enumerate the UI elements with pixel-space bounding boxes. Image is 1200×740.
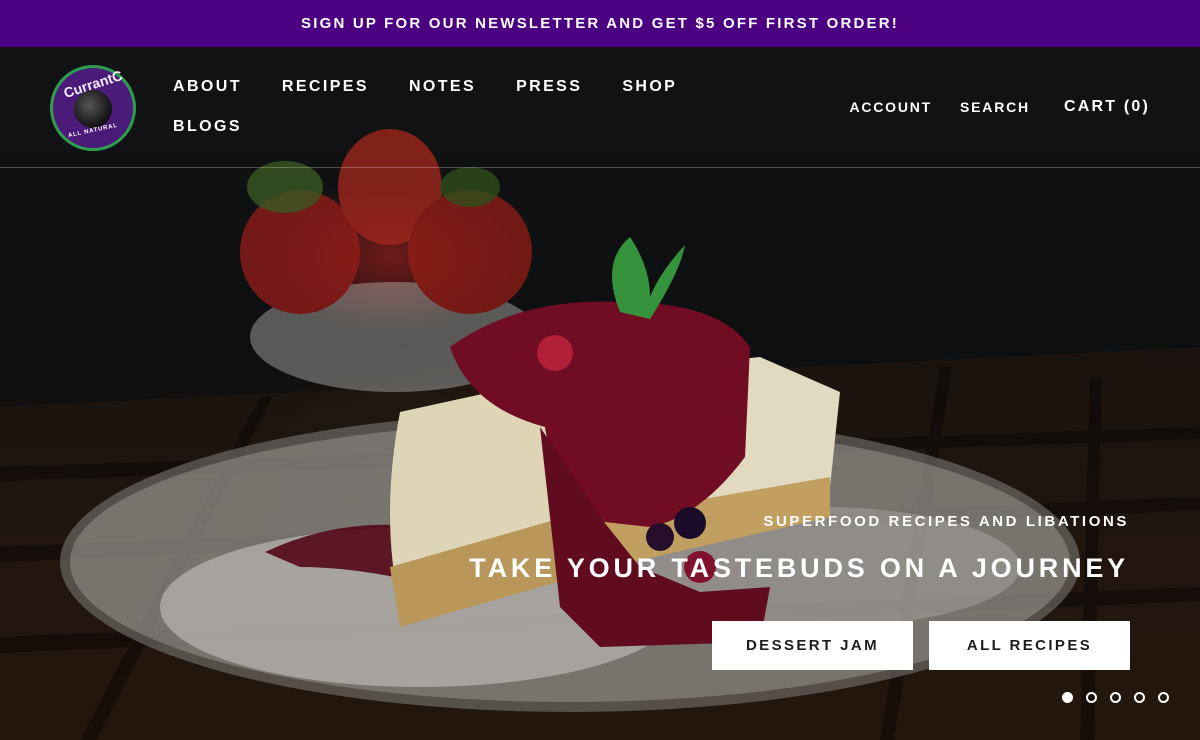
nav-item-press[interactable]: PRESS: [516, 76, 582, 98]
announcement-bar[interactable]: SIGN UP FOR OUR NEWSLETTER AND GET $5 OF…: [0, 0, 1200, 47]
nav-item-notes[interactable]: NOTES: [409, 76, 476, 98]
slideshow-dots: [1062, 692, 1182, 703]
hero-kicker: SUPERFOOD RECIPES AND LIBATIONS: [763, 513, 1129, 530]
logo-currant-icon: [74, 90, 112, 128]
slide-dot-2[interactable]: [1086, 692, 1097, 703]
nav-item-shop[interactable]: SHOP: [622, 76, 677, 98]
main-nav: ABOUT RECIPES NOTES PRESS SHOP BLOGS: [173, 76, 733, 138]
nav-item-blogs[interactable]: BLOGS: [173, 116, 242, 138]
cart-link[interactable]: CART (0): [1064, 98, 1150, 116]
dessert-jam-button[interactable]: DESSERT JAM: [712, 621, 913, 670]
slide-dot-1[interactable]: [1062, 692, 1073, 703]
site-header: CurrantC ALL NATURAL ABOUT RECIPES NOTES…: [0, 47, 1200, 168]
utility-nav: ACCOUNT SEARCH CART (0): [821, 98, 1150, 116]
hero-headline: TAKE YOUR TASTEBUDS ON A JOURNEY: [469, 553, 1129, 583]
slide-dot-5[interactable]: [1158, 692, 1169, 703]
nav-item-about[interactable]: ABOUT: [173, 76, 242, 98]
site-logo[interactable]: CurrantC ALL NATURAL: [50, 65, 136, 151]
announcement-text[interactable]: SIGN UP FOR OUR NEWSLETTER AND GET $5 OF…: [301, 15, 899, 32]
nav-item-recipes[interactable]: RECIPES: [282, 76, 369, 98]
all-recipes-button[interactable]: ALL RECIPES: [929, 621, 1130, 670]
slide-dot-4[interactable]: [1134, 692, 1145, 703]
account-link[interactable]: ACCOUNT: [849, 99, 932, 115]
hero-caption: SUPERFOOD RECIPES AND LIBATIONS TAKE YOU…: [469, 513, 1129, 584]
search-link[interactable]: SEARCH: [960, 99, 1030, 115]
slide-dot-3[interactable]: [1110, 692, 1121, 703]
